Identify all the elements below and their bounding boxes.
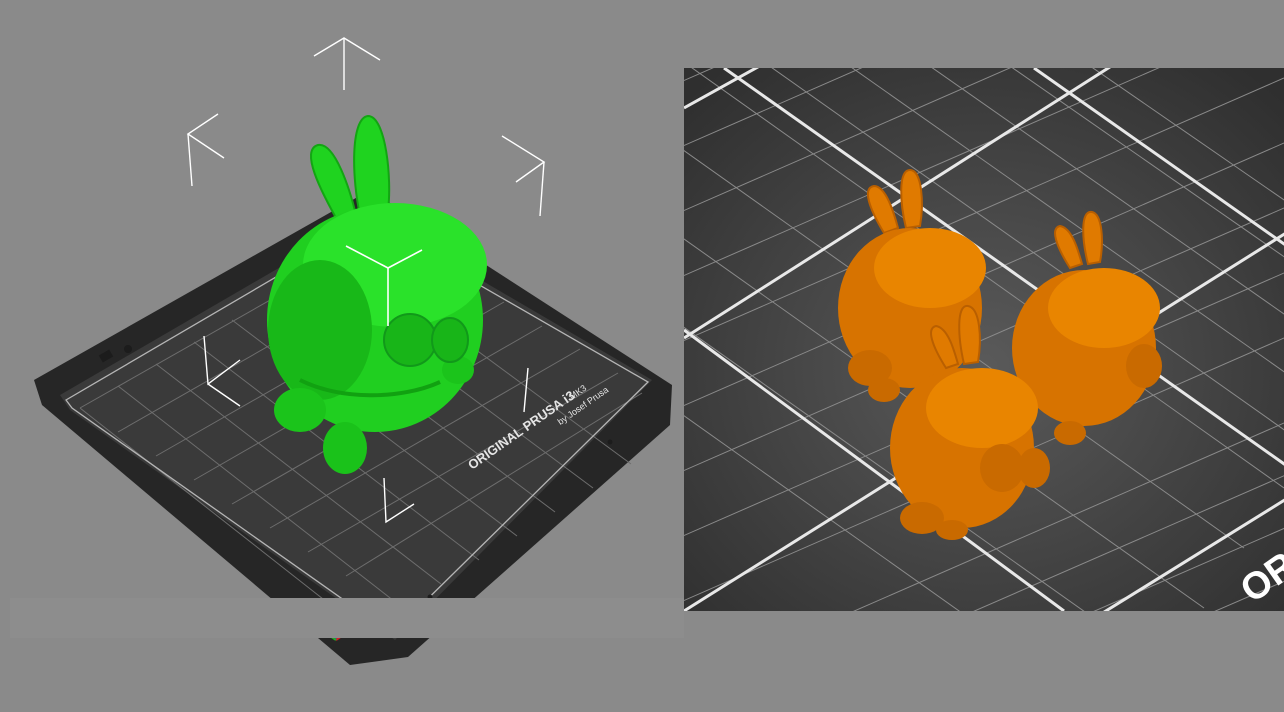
right-viewport-canvas[interactable]: OR <box>684 68 1284 611</box>
bottom-strip <box>10 598 684 638</box>
slicer-scene: ORIGINAL PRUSA i3 MK3 by Josef Prusa OR <box>0 0 1284 707</box>
right-3d-viewport[interactable]: OR <box>684 68 1284 611</box>
